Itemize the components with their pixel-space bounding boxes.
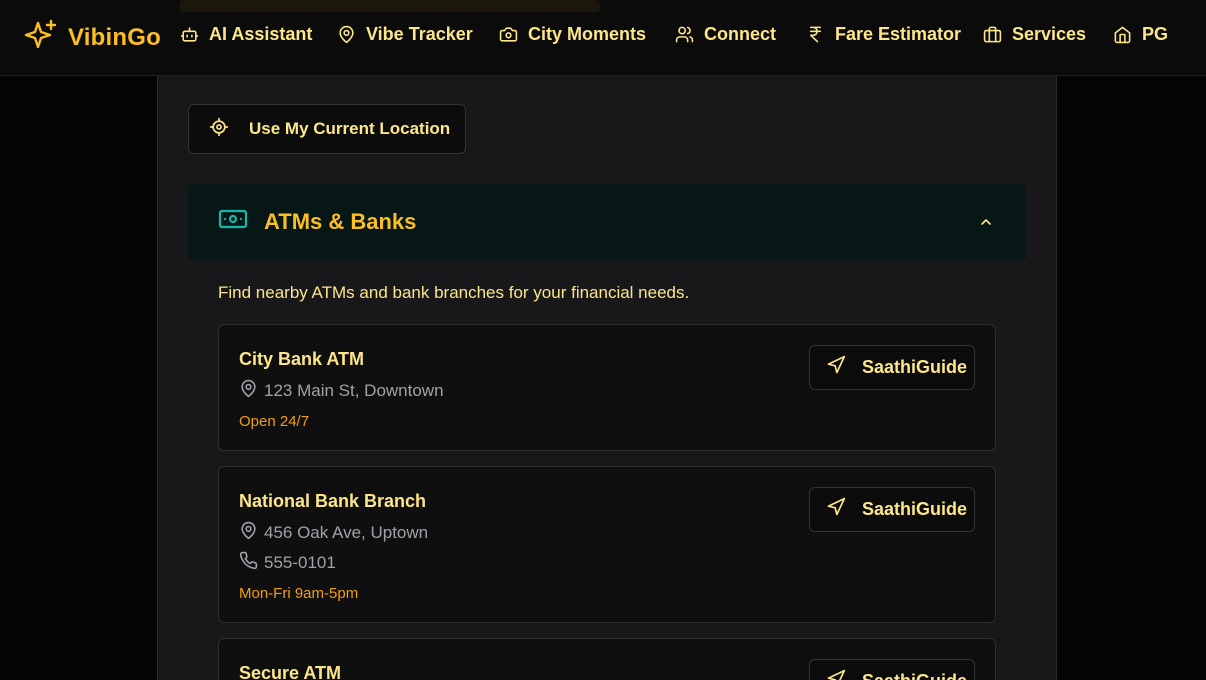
nav-label: Vibe Tracker [366, 24, 473, 44]
scrolled-content-fragment [180, 0, 600, 12]
nav-label: City Moments [528, 24, 647, 44]
address-text: 123 Main St, Downtown [264, 381, 444, 400]
saathiguide-button[interactable]: SaathiGuide [809, 345, 975, 390]
use-current-location-button[interactable]: Use My Current Location [188, 104, 466, 154]
navigation-icon [826, 669, 846, 680]
nav-services[interactable]: Services [983, 24, 1086, 45]
place-name: City Bank ATM [239, 349, 365, 369]
saathiguide-label: SaathiGuide [862, 671, 967, 680]
rupee-icon [806, 25, 825, 44]
place-address: 456 Oak Ave, Uptown [239, 521, 428, 545]
nav-label: Services [1012, 24, 1087, 44]
brand[interactable]: VibinGo [24, 18, 161, 57]
home-icon [1113, 25, 1132, 44]
banknote-icon [218, 208, 248, 235]
atms-banks-accordion-header[interactable]: ATMs & Banks [188, 184, 1026, 259]
place-card: National Bank Branch 456 Oak Ave, Uptown… [218, 466, 996, 623]
saathiguide-button[interactable]: SaathiGuide [809, 487, 975, 532]
camera-icon [499, 25, 518, 44]
nav-vibe-tracker[interactable]: Vibe Tracker [337, 24, 473, 45]
navigation-icon [826, 355, 846, 380]
place-address: 123 Main St, Downtown [239, 379, 444, 403]
brand-name: VibinGo [68, 23, 161, 51]
section-title: ATMs & Banks [264, 208, 417, 234]
nav-label: Connect [704, 24, 776, 44]
nav-label: PG [1142, 24, 1169, 44]
place-card: City Bank ATM 123 Main St, Downtown Open… [218, 324, 996, 451]
navigation-icon [826, 497, 846, 522]
chevron-up-icon[interactable] [978, 214, 994, 235]
map-pin-icon [239, 521, 258, 545]
saathiguide-button[interactable]: SaathiGuide [809, 659, 975, 680]
address-text: 456 Oak Ave, Uptown [264, 523, 429, 542]
saathiguide-label: SaathiGuide [862, 499, 968, 519]
section-description: Find nearby ATMs and bank branches for y… [218, 283, 690, 302]
users-icon [675, 25, 694, 44]
place-name: Secure ATM [239, 663, 342, 680]
place-phone: 555-0101 [239, 551, 336, 575]
map-pin-icon [337, 25, 356, 44]
location-button-label: Use My Current Location [249, 119, 451, 138]
sparkles-icon [24, 18, 58, 57]
nav-connect[interactable]: Connect [675, 24, 776, 45]
place-card: Secure ATM SaathiGuide [218, 638, 996, 680]
nav-label: AI Assistant [209, 24, 313, 44]
place-hours: Mon-Fri 9am-5pm [239, 585, 359, 602]
place-name: National Bank Branch [239, 491, 427, 511]
map-pin-icon [239, 379, 258, 403]
phone-text: 555-0101 [264, 553, 336, 572]
briefcase-icon [983, 25, 1002, 44]
nav-ai-assistant[interactable]: AI Assistant [180, 24, 312, 45]
place-hours: Open 24/7 [239, 413, 310, 430]
nav-pg[interactable]: PG [1113, 24, 1168, 45]
nav-city-moments[interactable]: City Moments [499, 24, 646, 45]
nav-label: Fare Estimator [835, 24, 962, 44]
bot-icon [180, 25, 199, 44]
crosshair-icon [209, 117, 229, 142]
nav-fare-estimator[interactable]: Fare Estimator [806, 24, 961, 45]
saathiguide-label: SaathiGuide [862, 357, 968, 377]
phone-icon [239, 551, 258, 575]
